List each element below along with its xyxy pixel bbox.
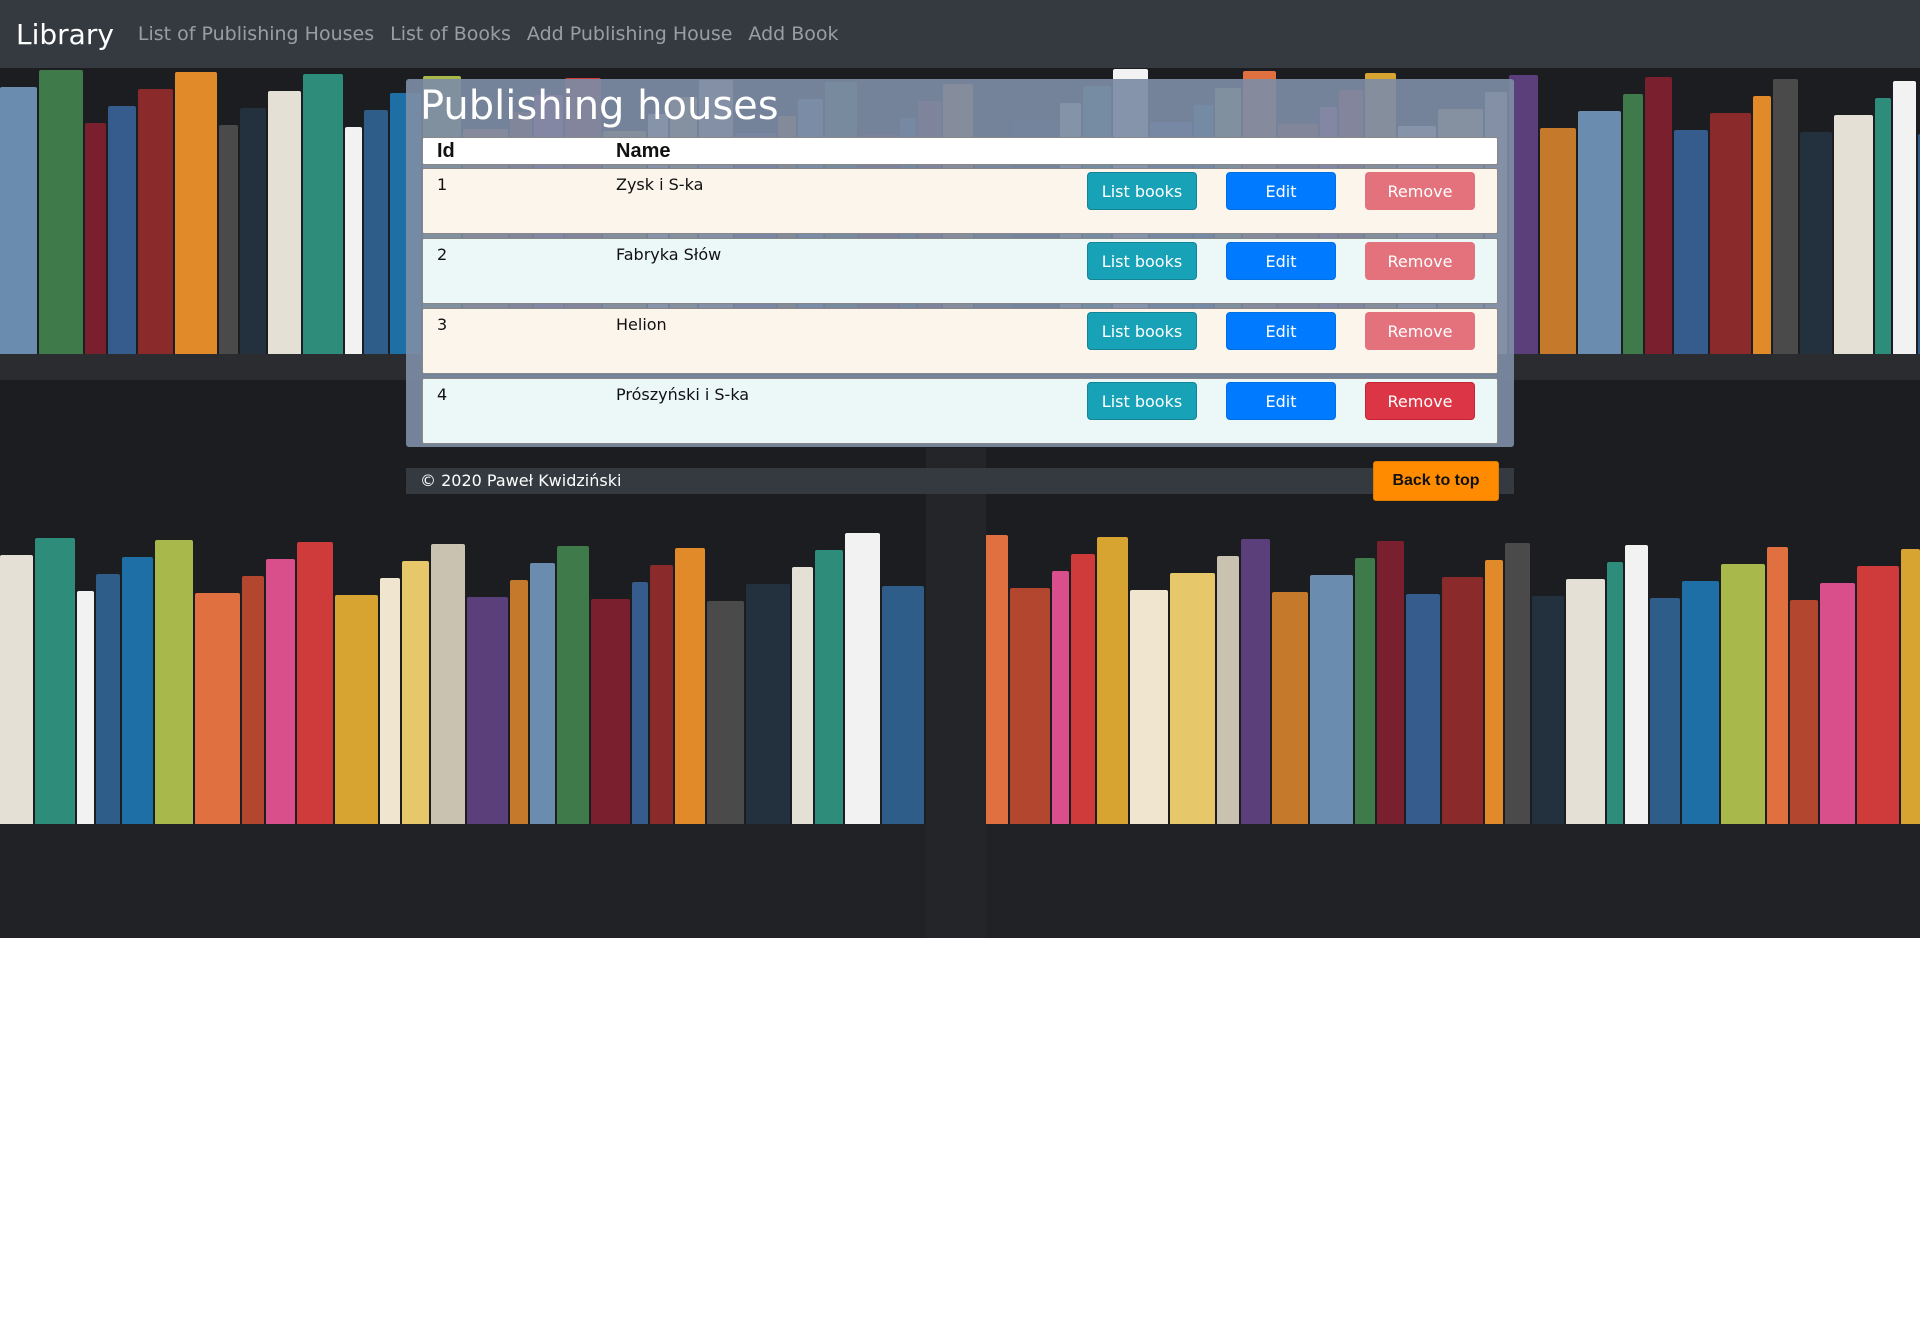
book-spine [303, 74, 343, 354]
table-row: 3 Helion List books Edit Remove [422, 308, 1498, 374]
book-spine [39, 70, 83, 354]
edit-button[interactable]: Edit [1226, 382, 1336, 420]
table-row: 1 Zysk i S-ka List books Edit Remove [422, 168, 1498, 234]
row-name: Fabryka Słów [616, 245, 722, 264]
row-id: 2 [437, 245, 448, 264]
book-spine [108, 106, 136, 354]
list-books-button[interactable]: List books [1087, 242, 1197, 280]
book-spine [1893, 81, 1916, 354]
book-spine [240, 108, 266, 354]
book-spine [1540, 128, 1576, 354]
book-spine [0, 87, 37, 354]
book-spine [138, 89, 173, 354]
book-spine [1645, 77, 1672, 354]
book-spine [268, 91, 301, 354]
list-books-button[interactable]: List books [1087, 382, 1197, 420]
book-spine [1710, 113, 1751, 354]
book-spine [1623, 94, 1643, 354]
list-books-button[interactable]: List books [1087, 172, 1197, 210]
shelf-divider [926, 448, 986, 938]
column-header-id: Id [437, 140, 455, 162]
remove-button[interactable]: Remove [1365, 312, 1475, 350]
list-books-button[interactable]: List books [1087, 312, 1197, 350]
edit-button[interactable]: Edit [1226, 242, 1336, 280]
row-id: 4 [437, 385, 448, 404]
row-name: Prószyński i S-ka [616, 385, 750, 404]
nav-link-add-publishing-house[interactable]: Add Publishing House [527, 23, 733, 45]
table-row: 2 Fabryka Słów List books Edit Remove [422, 238, 1498, 304]
copyright-text: © 2020 Paweł Kwidziński [420, 471, 622, 490]
book-spine [175, 72, 217, 354]
nav-link-add-book[interactable]: Add Book [748, 23, 838, 45]
row-id: 3 [437, 315, 448, 334]
book-spine [364, 110, 388, 354]
row-name: Zysk i S-ka [616, 175, 704, 194]
brand-link[interactable]: Library [16, 18, 114, 51]
nav-link-books[interactable]: List of Books [390, 23, 511, 45]
publishing-houses-panel: Publishing houses Id Name 1 Zysk i S-ka … [406, 79, 1514, 447]
edit-button[interactable]: Edit [1226, 172, 1336, 210]
book-spine [1674, 130, 1708, 354]
remove-button[interactable]: Remove [1365, 242, 1475, 280]
nav-link-publishing-houses[interactable]: List of Publishing Houses [138, 23, 374, 45]
page-title: Publishing houses [420, 83, 779, 129]
table-header: Id Name [422, 137, 1498, 165]
book-spine [85, 123, 106, 354]
book-spine [1834, 115, 1873, 354]
edit-button[interactable]: Edit [1226, 312, 1336, 350]
book-spine [1875, 98, 1891, 354]
book-spine [1753, 96, 1771, 354]
back-to-top-button[interactable]: Back to top [1373, 461, 1499, 501]
book-spine [1773, 79, 1798, 354]
book-spine [1800, 132, 1832, 354]
row-id: 1 [437, 175, 448, 194]
book-spine [345, 127, 362, 354]
column-header-name: Name [616, 140, 671, 162]
navbar: Library List of Publishing Houses List o… [0, 0, 1920, 68]
row-name: Helion [616, 315, 667, 334]
remove-button[interactable]: Remove [1365, 172, 1475, 210]
remove-button[interactable]: Remove [1365, 382, 1475, 420]
book-spine [219, 125, 238, 354]
table-row: 4 Prószyński i S-ka List books Edit Remo… [422, 378, 1498, 444]
footer: © 2020 Paweł Kwidziński [406, 468, 1514, 494]
book-spine [1578, 111, 1621, 354]
